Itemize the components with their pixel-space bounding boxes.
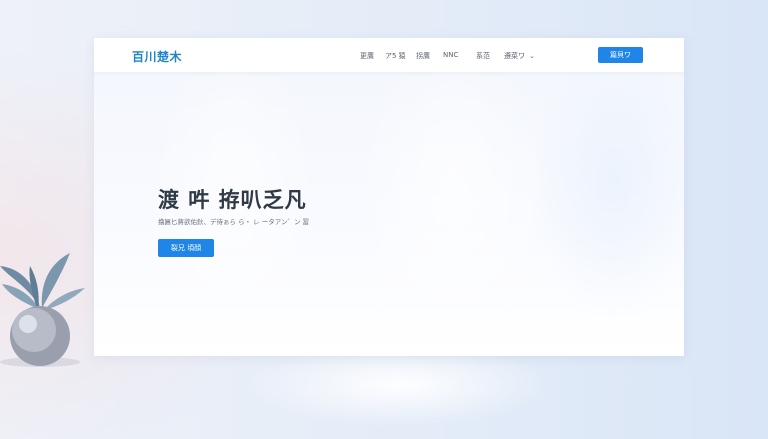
hero-subtitle: 撸匾匕蔣欲佑鈥、デ待ぁら ら・ レ ータアン゛ン 冨 (158, 218, 310, 226)
header-cta-button[interactable]: 篇貝ワ (598, 47, 643, 63)
chevron-down-icon: ⌄ (529, 52, 535, 60)
nav-item-2[interactable]: ア5 猿 (385, 51, 406, 61)
nav-item-6-label: 遵菜ワ (504, 52, 525, 60)
potted-plant-decoration (0, 253, 85, 367)
nav-item-5[interactable]: 系范 (476, 51, 490, 61)
nav-item-3[interactable]: 拐廣 (416, 51, 430, 61)
site-logo[interactable]: 百川楚木 (132, 48, 182, 65)
browser-window: 百川楚木 更廣 ア5 猿 拐廣 NNC 系范 遵菜ワ ⌄ 篇貝ワ 渡 吽 拵叭乏凡… (94, 38, 684, 356)
nav-item-4[interactable]: NNC (443, 51, 458, 59)
top-navigation: 百川楚木 更廣 ア5 猿 拐廣 NNC 系范 遵菜ワ ⌄ 篇貝ワ (94, 38, 684, 73)
hero-primary-button[interactable]: 裂兄 頃顔 (158, 239, 214, 257)
hero-title: 渡 吽 拵叭乏凡 (158, 188, 307, 212)
nav-item-1[interactable]: 更廣 (360, 51, 374, 61)
nav-item-6-dropdown[interactable]: 遵菜ワ ⌄ (504, 51, 535, 61)
